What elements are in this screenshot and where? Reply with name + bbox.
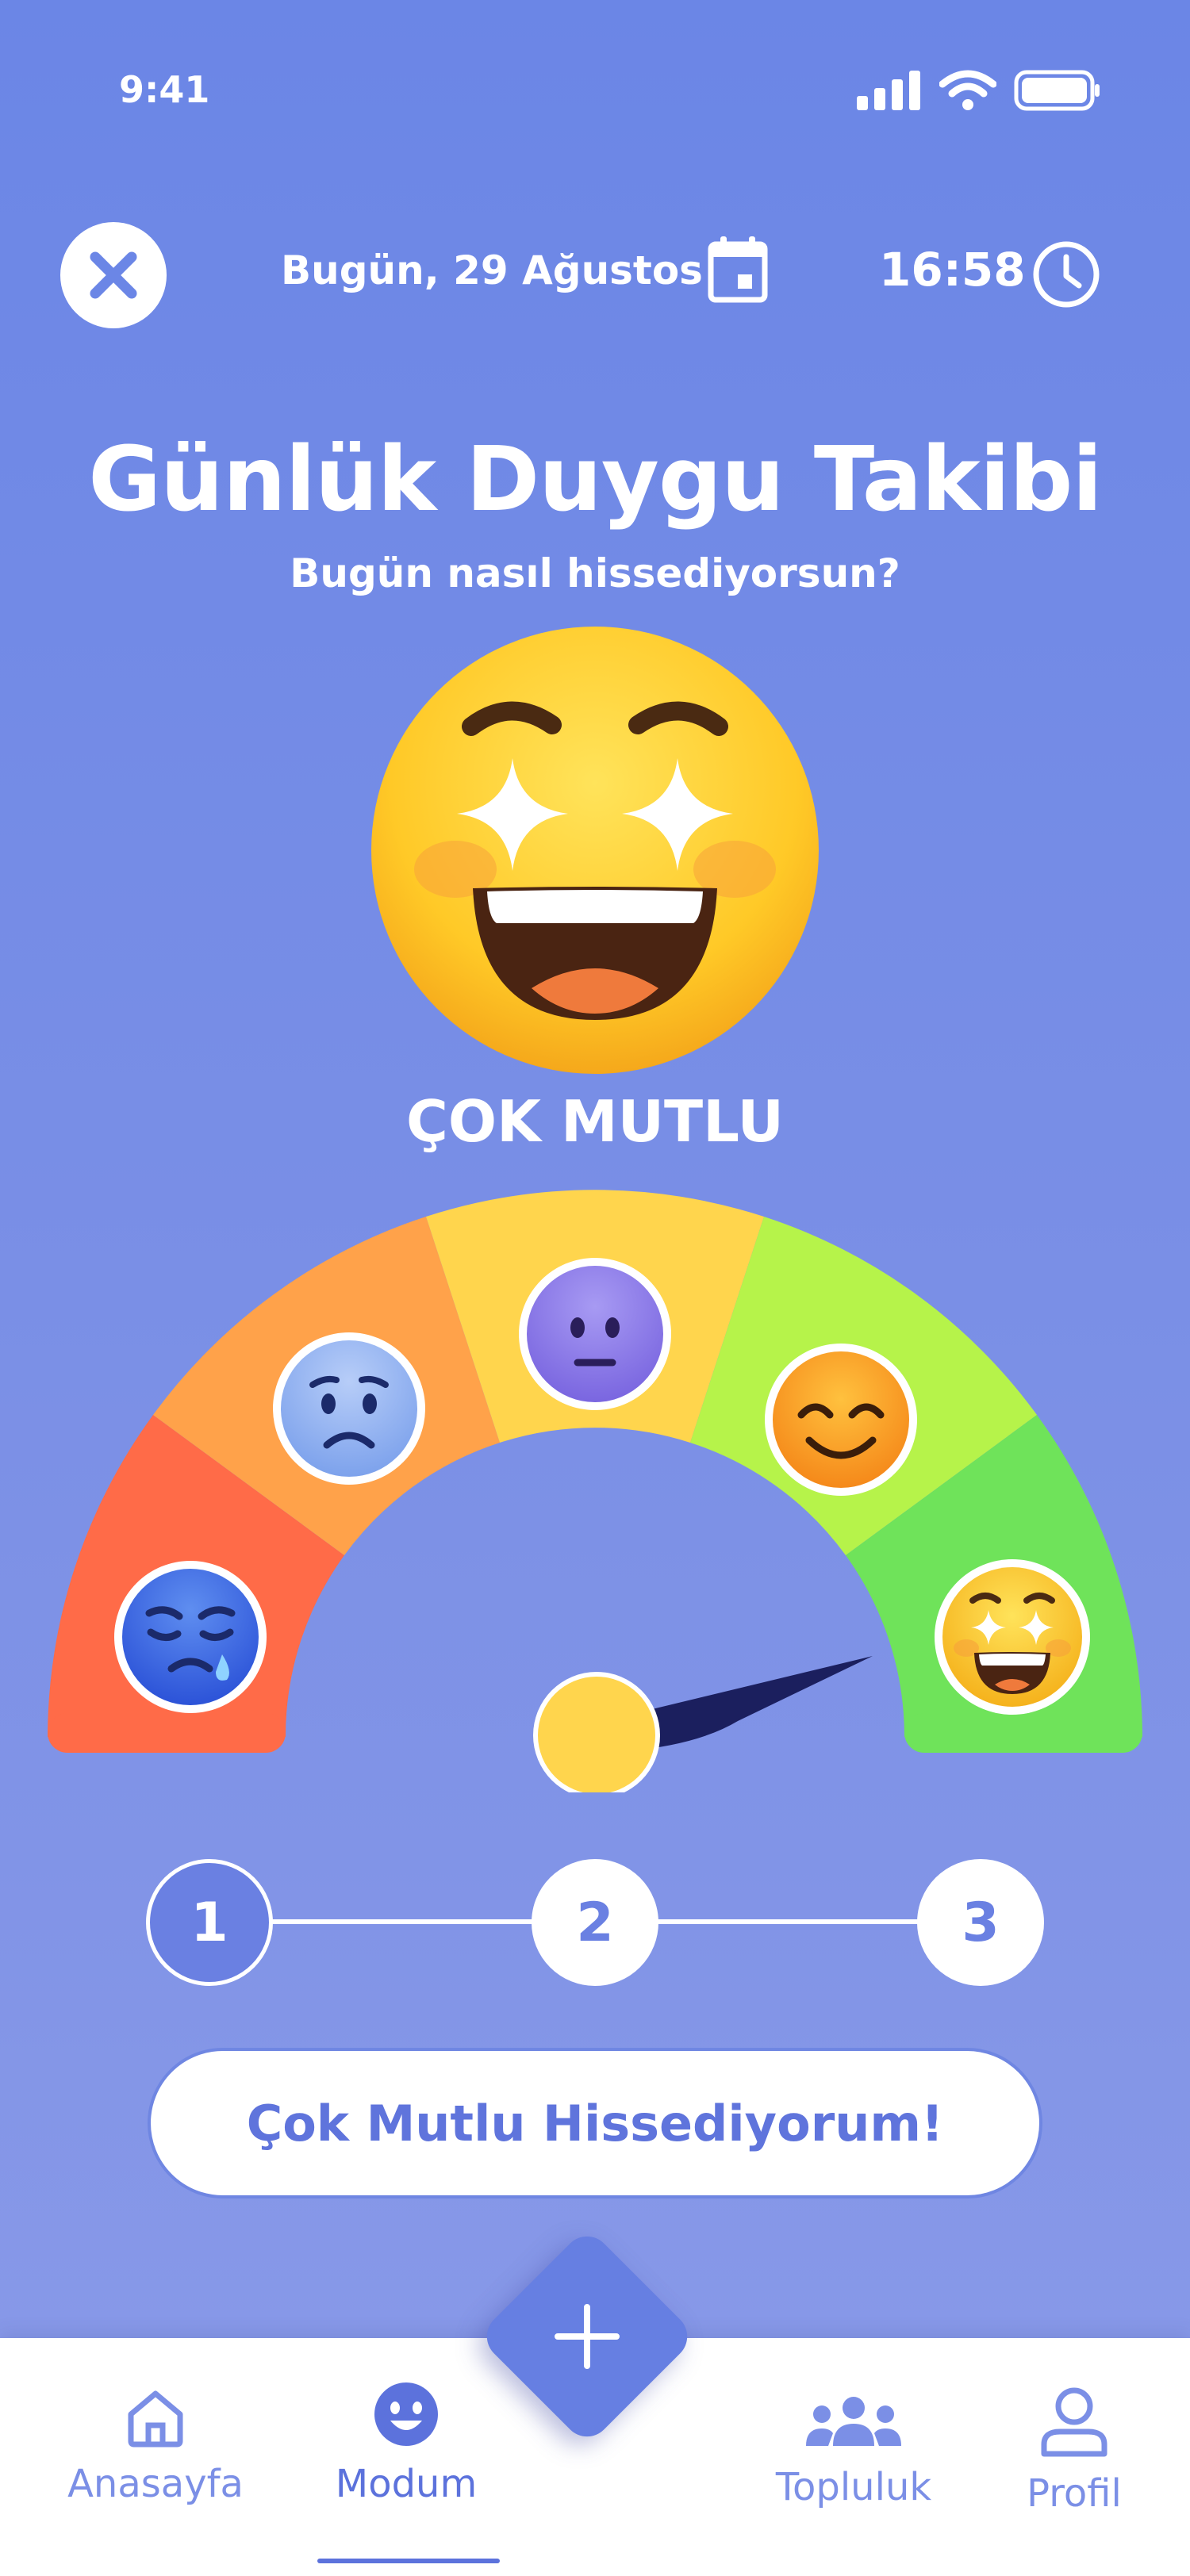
step-3[interactable]: 3: [917, 1859, 1044, 1986]
mood-gauge[interactable]: [0, 1190, 1190, 1792]
profile-icon: [1041, 2387, 1107, 2457]
home-icon: [128, 2390, 183, 2448]
star-struck-face-icon: [371, 627, 819, 1074]
mood-option-2[interactable]: [273, 1332, 425, 1485]
nav-profile-label: Profil: [1027, 2471, 1122, 2516]
page-title: Günlük Duygu Takibi: [88, 428, 1103, 531]
add-entry-button[interactable]: [476, 2225, 698, 2448]
nav-mood-label: Modum: [335, 2462, 478, 2506]
calendar-icon[interactable]: [708, 236, 768, 303]
nav-mood[interactable]: Modum: [319, 2381, 493, 2506]
nav-community-label: Topluluk: [775, 2465, 932, 2509]
smiley-icon: [374, 2382, 438, 2446]
time-label: 16:58: [879, 243, 1026, 297]
page-subtitle: Bugün nasıl hissediyorsun?: [290, 550, 900, 596]
battery-icon: [1014, 70, 1100, 111]
wifi-icon: [939, 70, 996, 110]
mood-option-3[interactable]: [519, 1258, 671, 1410]
close-icon: [90, 251, 137, 299]
nav-home-label: Anasayfa: [67, 2462, 244, 2506]
nav-active-indicator: [317, 2559, 500, 2563]
signal-icon: [857, 71, 920, 110]
nav-profile[interactable]: Profil: [987, 2387, 1161, 2516]
nav-community[interactable]: Topluluk: [766, 2395, 941, 2509]
status-icons: [857, 70, 1101, 111]
gauge-needle: [533, 1656, 873, 1792]
confirm-mood-button[interactable]: Çok Mutlu Hissediyorum!: [148, 2048, 1042, 2198]
close-button[interactable]: [60, 222, 167, 328]
mood-option-1[interactable]: [114, 1561, 267, 1713]
selected-mood-label: ÇOK MUTLU: [406, 1088, 784, 1155]
step-2[interactable]: 2: [532, 1859, 658, 1986]
mood-option-4[interactable]: [765, 1344, 917, 1496]
mood-option-5[interactable]: [935, 1559, 1090, 1715]
plus-icon: [476, 2225, 698, 2448]
date-label: Bugün, 29 Ağustos: [281, 247, 703, 293]
status-time: 9:41: [119, 68, 210, 111]
step-1[interactable]: 1: [146, 1859, 273, 1986]
nav-home[interactable]: Anasayfa: [67, 2387, 244, 2506]
clock-icon[interactable]: [1031, 240, 1101, 309]
community-icon: [806, 2397, 901, 2446]
